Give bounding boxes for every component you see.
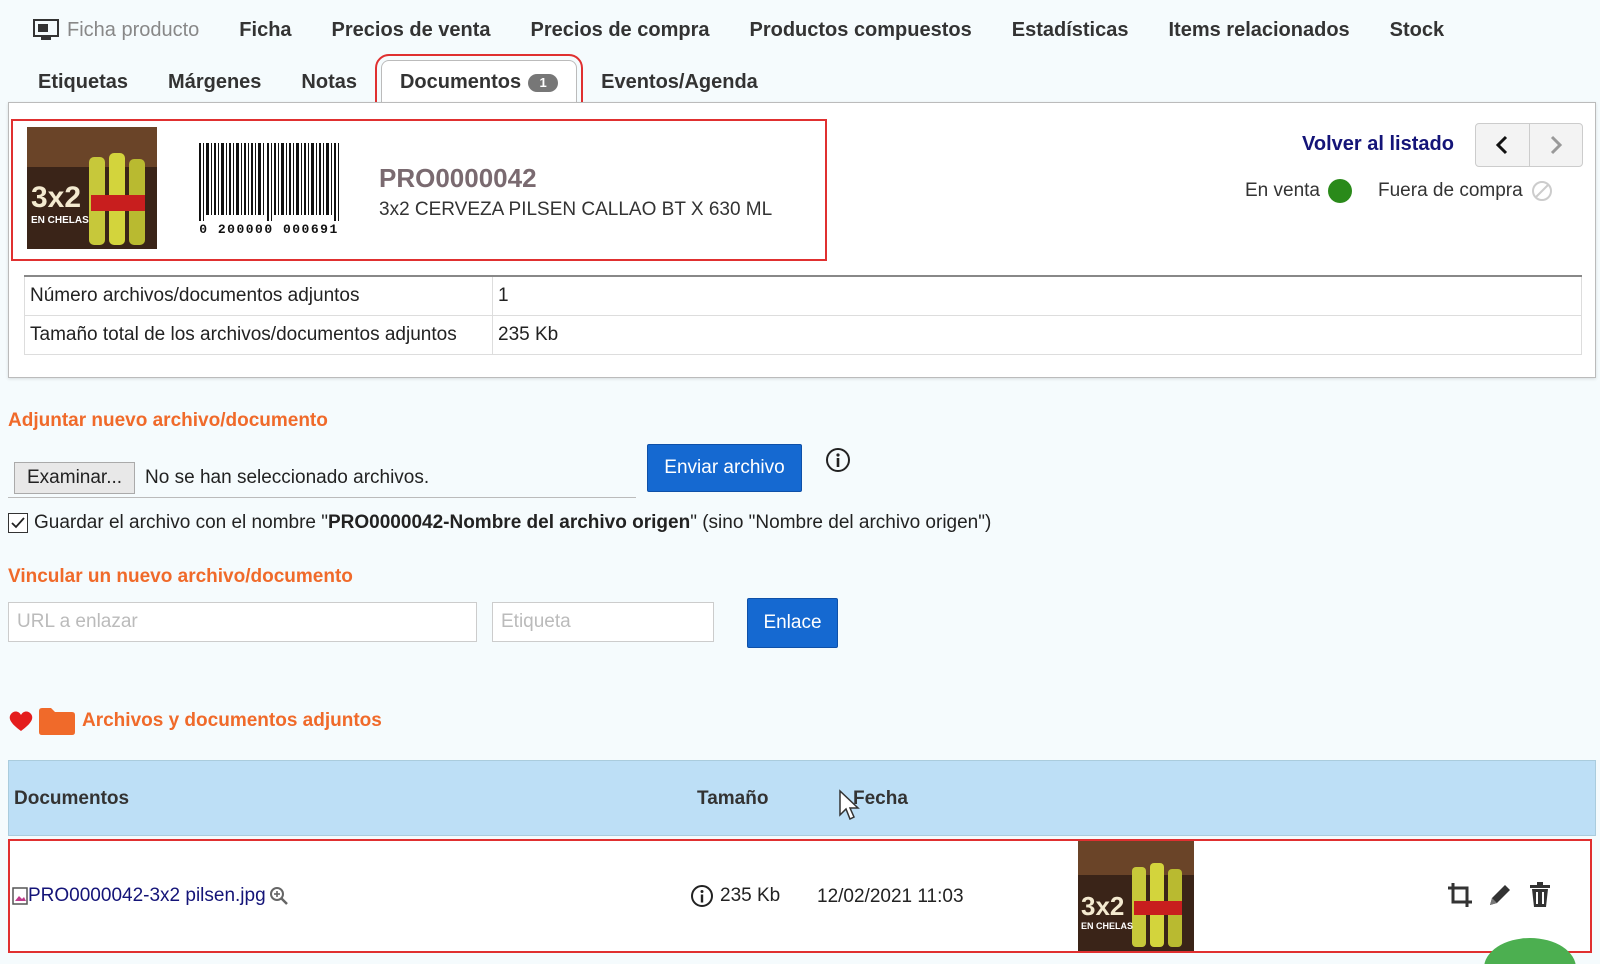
tab-eventos-agenda[interactable]: Eventos/Agenda [581, 71, 778, 94]
thumb-offer-sub: EN CHELAS [31, 215, 89, 226]
attachments-header: Archivos y documentos adjuntos [8, 706, 382, 736]
label-input[interactable] [492, 602, 714, 642]
rename-label-prefix: Guardar el archivo con el nombre " [34, 512, 328, 533]
tab-documentos[interactable]: Documentos 1 [374, 54, 584, 110]
crop-button[interactable] [1446, 881, 1474, 909]
product-code: PRO0000042 [379, 163, 537, 193]
rename-checkbox[interactable] [8, 513, 28, 533]
on-sale-status-icon [1328, 179, 1352, 203]
document-size-value: 235 Kb [720, 885, 781, 906]
tab-label: Documentos [399, 71, 522, 93]
out-of-purchase-label: Fuera de compra [1378, 180, 1523, 201]
status-indicators: En venta Fuera de compra [1245, 179, 1553, 203]
rename-label-bold: PRO0000042-Nombre del archivo origen [328, 512, 691, 533]
tab-notas[interactable]: Notas [281, 71, 377, 94]
chevron-left-icon [1496, 135, 1508, 155]
rename-option: Guardar el archivo con el nombre " PRO000… [8, 512, 991, 534]
row-actions [1446, 881, 1554, 909]
pencil-icon [1490, 885, 1510, 905]
delete-button[interactable] [1526, 881, 1554, 909]
mouse-cursor-icon [839, 789, 860, 821]
summary-value: 235 Kb [492, 314, 1582, 355]
product-name: 3x2 CERVEZA PILSEN CALLAO BT X 630 ML [379, 199, 773, 220]
tab-stock[interactable]: Stock [1370, 19, 1464, 42]
upload-section-title: Adjuntar nuevo archivo/documento [8, 410, 328, 431]
summary-label: Tamaño total de los archivos/documentos … [24, 314, 493, 355]
disabled-circle-icon [1531, 181, 1552, 201]
zoom-in-icon[interactable] [268, 885, 290, 907]
thumb-offer-sub: EN CHELAS [1081, 921, 1133, 931]
info-icon[interactable] [825, 447, 851, 473]
thumb-offer-text: 3x2 [31, 181, 81, 214]
tab-ficha-producto[interactable]: Ficha producto [33, 19, 219, 42]
trash-icon [1530, 882, 1550, 907]
table-row: Tamaño total de los archivos/documentos … [24, 314, 1582, 355]
link-section-title: Vincular un nuevo archivo/documento [8, 566, 353, 587]
document-thumbnail[interactable]: 3x2 EN CHELAS [1078, 841, 1194, 951]
thumb-offer-text: 3x2 [1081, 891, 1124, 921]
tab-label: Ficha producto [67, 18, 200, 41]
column-date[interactable]: Fecha [853, 788, 908, 810]
link-button[interactable]: Enlace [747, 598, 838, 648]
product-header: 3x2 EN CHELAS 0 200000 000691 PRO0000042… [11, 119, 827, 261]
tabs-row-2: Etiquetas Márgenes Notas Documentos 1 Ev… [18, 54, 778, 110]
product-panel: 3x2 EN CHELAS 0 200000 000691 PRO0000042… [8, 102, 1596, 378]
barcode-image: 0 200000 000691 [199, 143, 339, 235]
edit-button[interactable] [1486, 881, 1514, 909]
browse-button[interactable]: Examinar... [14, 461, 136, 494]
monitor-icon [33, 19, 59, 40]
image-file-icon [12, 887, 28, 905]
next-button[interactable] [1528, 124, 1583, 166]
file-picker: Examinar... No se han seleccionado archi… [8, 458, 636, 498]
back-to-list-link[interactable]: Volver al listado [1302, 133, 1454, 156]
url-input[interactable] [8, 602, 477, 642]
info-icon[interactable] [690, 884, 714, 908]
crop-icon [1448, 883, 1472, 907]
table-row: PRO0000042-3x2 pilsen.jpg 235 Kb 12/02/2… [8, 839, 1592, 953]
tab-etiquetas[interactable]: Etiquetas [18, 71, 148, 94]
folder-icon [39, 708, 75, 735]
document-count-badge: 1 [528, 73, 559, 92]
tab-productos-compuestos[interactable]: Productos compuestos [729, 19, 991, 42]
heart-icon [9, 711, 33, 731]
attachments-summary-table: Número archivos/documentos adjuntos 1 Ta… [24, 275, 1582, 355]
table-row: Número archivos/documentos adjuntos 1 [24, 275, 1582, 316]
previous-button[interactable] [1476, 124, 1529, 166]
tab-precios-venta[interactable]: Precios de venta [312, 19, 511, 42]
tab-items-relacionados[interactable]: Items relacionados [1148, 19, 1369, 42]
document-date: 12/02/2021 11:03 [817, 886, 964, 907]
attachments-title: Archivos y documentos adjuntos [82, 710, 382, 731]
no-file-text: No se han seleccionado archivos. [145, 466, 430, 488]
summary-label: Número archivos/documentos adjuntos [24, 275, 493, 316]
documents-table-header: Documentos Tamaño Fecha [8, 760, 1596, 836]
document-size: 235 Kb [690, 884, 780, 908]
check-icon [11, 517, 25, 529]
tabs-row-1: Ficha producto Ficha Precios de venta Pr… [33, 8, 1464, 52]
tab-precios-compra[interactable]: Precios de compra [511, 19, 730, 42]
barcode-number: 0 200000 000691 [199, 222, 339, 235]
column-size[interactable]: Tamaño [697, 788, 768, 810]
tab-ficha[interactable]: Ficha [219, 19, 311, 42]
chevron-right-icon [1550, 135, 1562, 155]
summary-value: 1 [492, 275, 1582, 316]
column-documents[interactable]: Documentos [14, 788, 129, 810]
rename-label-suffix: " (sino "Nombre del archivo origen") [690, 512, 992, 533]
record-navigation [1475, 123, 1583, 167]
product-image: 3x2 EN CHELAS [27, 127, 157, 249]
send-file-button[interactable]: Enviar archivo [647, 444, 802, 492]
document-name: PRO0000042-3x2 pilsen.jpg [28, 885, 266, 906]
on-sale-label: En venta [1245, 180, 1320, 201]
tab-margenes[interactable]: Márgenes [148, 71, 281, 94]
tab-estadisticas[interactable]: Estadísticas [992, 19, 1149, 42]
document-link[interactable]: PRO0000042-3x2 pilsen.jpg [12, 885, 290, 907]
